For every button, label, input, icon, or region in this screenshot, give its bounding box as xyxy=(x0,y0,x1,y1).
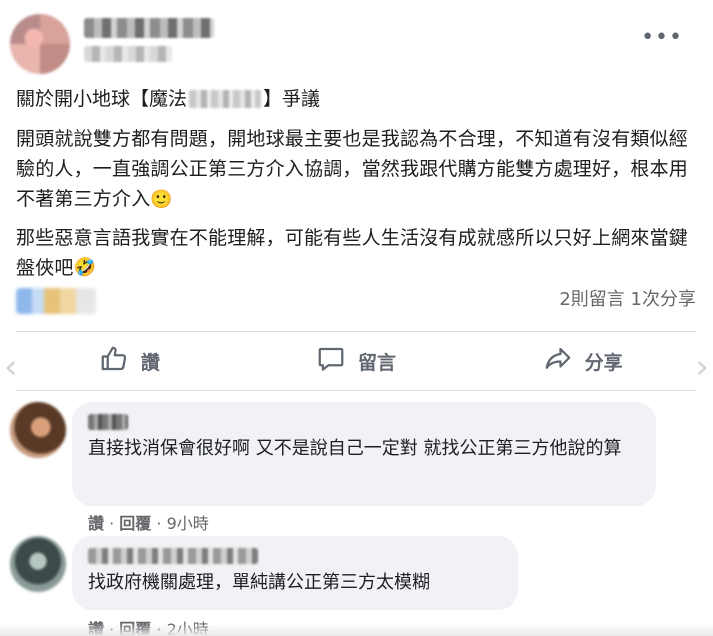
smile-emoji-icon: 🙂 xyxy=(150,188,174,210)
like-button[interactable]: 讚 xyxy=(16,334,243,388)
commenter-avatar[interactable] xyxy=(10,402,66,458)
comment-text: 找政府機關處理，單純講公正第三方太模糊 xyxy=(88,572,430,593)
post-paragraph-1-text: 開頭就說雙方都有問題，開地球最主要也是我認為不合理，不知道有沒有類似經驗的人，一… xyxy=(16,128,689,210)
comment-meta: 讚 · 回覆 · 9小時 xyxy=(88,510,209,534)
post-paragraph-2: 那些惡意言語我實在不能理解，可能有些人生活沒有成就感所以只好上網來當鍵盤俠吧🤣 xyxy=(16,223,701,284)
commenter-name-redacted[interactable] xyxy=(88,548,258,564)
commenter-name-redacted[interactable] xyxy=(88,414,128,430)
post-paragraph-1: 開頭就說雙方都有問題，開地球最主要也是我認為不合理，不知道有沒有類似經驗的人，一… xyxy=(16,124,701,215)
share-arrow-icon xyxy=(543,344,573,379)
comment-button-label: 留言 xyxy=(358,351,397,374)
post-action-bar: 讚 留言 分享 xyxy=(16,334,696,388)
comments-shares-count[interactable]: 2則留言 1次分享 xyxy=(559,286,696,314)
comment-button[interactable]: 留言 xyxy=(243,334,470,388)
reactions-summary-redacted[interactable] xyxy=(16,288,96,314)
poster-name-redacted[interactable] xyxy=(84,18,214,38)
chevron-right-icon[interactable]: › xyxy=(695,350,709,384)
post-header: ••• xyxy=(0,0,713,80)
comment-bubble-icon xyxy=(316,344,346,379)
post-stats: 2則留言 1次分享 xyxy=(16,286,696,316)
comment-reply-link[interactable]: 回覆 xyxy=(119,514,151,533)
chevron-left-icon[interactable]: ‹ xyxy=(4,350,18,384)
share-button[interactable]: 分享 xyxy=(469,334,696,388)
thumbs-up-icon xyxy=(99,344,129,379)
comment-bubble: 找政府機關處理，單純講公正第三方太模糊 xyxy=(72,536,518,610)
post-title: 關於開小地球【魔法 】爭議 xyxy=(16,84,701,114)
post-title-prefix: 關於開小地球【魔法 xyxy=(16,88,188,110)
divider-bottom xyxy=(16,390,696,391)
share-button-label: 分享 xyxy=(584,351,623,374)
divider-top xyxy=(16,331,696,332)
like-button-label: 讚 xyxy=(140,351,160,374)
post-title-redacted xyxy=(189,90,262,108)
meta-separator: · xyxy=(109,514,115,533)
comment-bubble: 直接找消保會很好啊 又不是說自己一定對 就找公正第三方他說的算 xyxy=(72,402,656,506)
meta-separator: · xyxy=(156,514,162,533)
comment-like-link[interactable]: 讚 xyxy=(88,514,104,533)
bottom-fade xyxy=(0,624,713,636)
post-timestamp-redacted[interactable] xyxy=(84,46,172,62)
comment-time[interactable]: 9小時 xyxy=(167,514,209,533)
more-dots-icon[interactable]: ••• xyxy=(641,27,683,49)
post-paragraph-2-text: 那些惡意言語我實在不能理解，可能有些人生活沒有成就感所以只好上網來當鍵盤俠吧 xyxy=(16,226,689,279)
post-title-suffix: 】爭議 xyxy=(263,88,321,110)
comment-text: 直接找消保會很好啊 又不是說自己一定對 就找公正第三方他說的算 xyxy=(88,438,622,459)
laughing-emoji-icon: 🤣 xyxy=(73,257,97,278)
commenter-avatar[interactable] xyxy=(10,536,66,592)
poster-avatar[interactable] xyxy=(10,14,70,74)
post-body: 關於開小地球【魔法 】爭議 開頭就說雙方都有問題，開地球最主要也是我認為不合理，… xyxy=(16,84,701,283)
